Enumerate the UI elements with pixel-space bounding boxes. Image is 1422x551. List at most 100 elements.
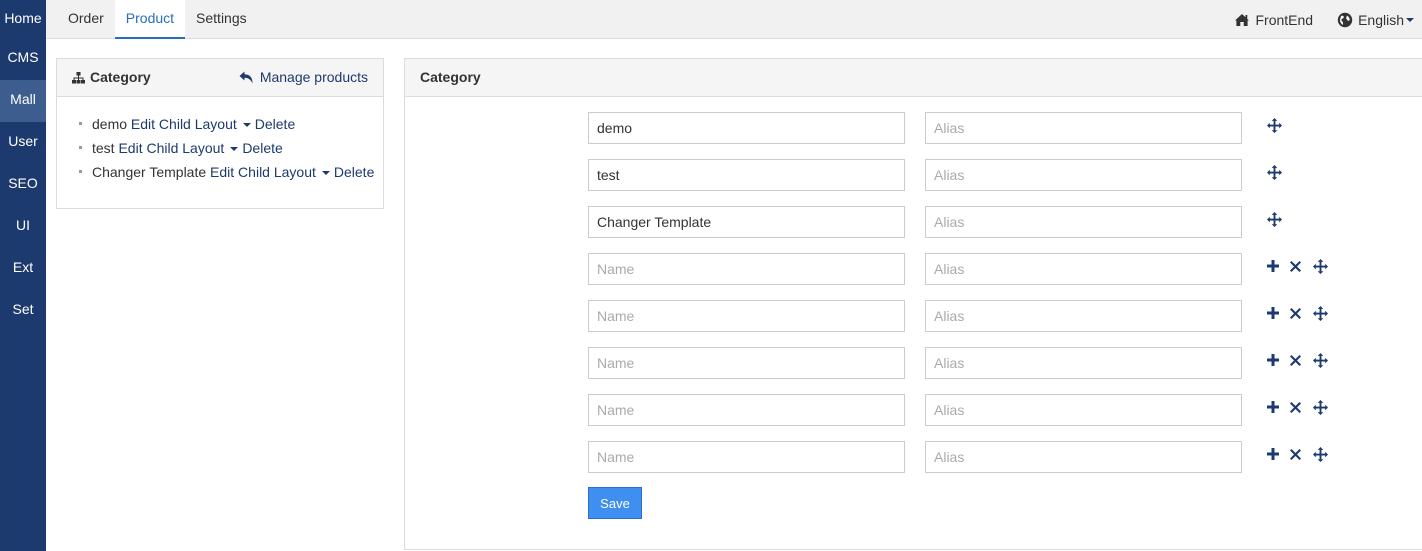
sitemap-icon	[72, 71, 85, 83]
row-actions	[1267, 300, 1336, 326]
category-name: test	[92, 140, 115, 156]
category-name: Changer Template	[92, 164, 207, 180]
category-row	[588, 206, 1348, 238]
save-button[interactable]: Save	[588, 487, 642, 519]
manage-products-link[interactable]: Manage products	[239, 59, 368, 96]
chevron-down-icon	[1406, 17, 1414, 22]
remove-icon[interactable]	[1290, 305, 1313, 321]
move-icon[interactable]	[1313, 352, 1336, 368]
category-alias-input[interactable]	[925, 394, 1242, 426]
delete-category-link[interactable]: Delete	[242, 140, 282, 156]
tab-settings[interactable]: Settings	[185, 0, 258, 39]
plus-icon[interactable]	[1267, 399, 1290, 415]
delete-category-link[interactable]: Delete	[334, 164, 374, 180]
category-alias-input[interactable]	[925, 347, 1242, 379]
category-name-input[interactable]	[588, 300, 905, 332]
move-icon[interactable]	[1267, 117, 1290, 133]
move-icon[interactable]	[1313, 258, 1336, 274]
delete-category-link[interactable]: Delete	[255, 116, 295, 132]
category-row	[588, 441, 1348, 473]
manage-products-label: Manage products	[259, 69, 368, 85]
move-icon[interactable]	[1313, 446, 1336, 462]
sidebar-item-ext[interactable]: Ext	[0, 248, 46, 290]
move-icon[interactable]	[1267, 164, 1290, 180]
category-row	[588, 300, 1348, 332]
globe-icon	[1337, 12, 1353, 27]
category-name-input[interactable]	[588, 394, 905, 426]
category-alias-input[interactable]	[925, 159, 1242, 191]
category-name-input[interactable]	[588, 112, 905, 144]
sidebar-item-user[interactable]: User	[0, 122, 46, 164]
category-name-input[interactable]	[588, 206, 905, 238]
main-sidebar: Home CMS Mall User SEO UI Ext Set	[0, 0, 46, 551]
category-tree-panel: Category Manage products demo Edit Child…	[56, 58, 384, 209]
category-tree-heading: Category Manage products	[57, 59, 383, 97]
category-name-input[interactable]	[588, 441, 905, 473]
category-tree-item: demo Edit Child Layout Delete	[79, 113, 383, 137]
row-actions	[1267, 347, 1336, 373]
language-label: English	[1358, 11, 1404, 28]
category-tree: demo Edit Child Layout Delete test Edit C…	[57, 97, 383, 185]
category-alias-input[interactable]	[925, 253, 1242, 285]
row-actions	[1267, 206, 1290, 232]
row-actions	[1267, 394, 1336, 420]
sidebar-item-mall[interactable]: Mall	[0, 80, 46, 122]
category-name-input[interactable]	[588, 253, 905, 285]
category-name: demo	[92, 116, 128, 132]
row-actions	[1267, 253, 1336, 279]
sidebar-item-home[interactable]: Home	[0, 0, 46, 38]
top-right-links: FrontEnd English	[1210, 0, 1414, 39]
category-form-panel: Category demo Alias test Alias Changer T…	[404, 58, 1422, 550]
chevron-down-icon[interactable]	[230, 147, 239, 152]
row-actions	[1267, 112, 1290, 138]
sidebar-item-ui[interactable]: UI	[0, 206, 46, 248]
category-row	[588, 159, 1348, 191]
plus-icon[interactable]	[1267, 258, 1290, 274]
category-name-input[interactable]	[588, 159, 905, 191]
row-actions	[1267, 441, 1336, 467]
tab-product[interactable]: Product	[114, 0, 186, 39]
category-tree-item: Changer Template Edit Child Layout Delete	[79, 161, 383, 185]
category-tree-item: test Edit Child Layout Delete	[79, 137, 383, 161]
home-icon	[1235, 13, 1250, 26]
category-alias-input[interactable]	[925, 112, 1242, 144]
frontend-label: FrontEnd	[1255, 11, 1314, 28]
edit-child-layout-link[interactable]: Edit Child Layout	[118, 140, 224, 156]
sidebar-item-set[interactable]: Set	[0, 290, 46, 332]
tab-order[interactable]: Order	[46, 0, 115, 39]
reply-icon	[239, 71, 253, 84]
sidebar-item-seo[interactable]: SEO	[0, 164, 46, 206]
language-dropdown[interactable]: English	[1337, 12, 1414, 28]
plus-icon[interactable]	[1267, 305, 1290, 321]
plus-icon[interactable]	[1267, 352, 1290, 368]
top-tabs: Order Product Settings	[46, 0, 258, 39]
category-name-input[interactable]	[588, 347, 905, 379]
category-row	[588, 347, 1348, 379]
category-form-title: Category	[420, 69, 481, 85]
remove-icon[interactable]	[1290, 446, 1313, 462]
edit-child-layout-link[interactable]: Edit Child Layout	[210, 164, 316, 180]
category-tree-title: Category	[90, 69, 151, 85]
remove-icon[interactable]	[1290, 352, 1313, 368]
chevron-down-icon[interactable]	[321, 171, 330, 176]
move-icon[interactable]	[1267, 211, 1290, 227]
category-tree-title-wrap: Category	[72, 59, 151, 96]
frontend-link[interactable]: FrontEnd	[1234, 12, 1313, 28]
move-icon[interactable]	[1313, 305, 1336, 321]
move-icon[interactable]	[1313, 399, 1336, 415]
sidebar-item-cms[interactable]: CMS	[0, 38, 46, 80]
category-alias-input[interactable]	[925, 300, 1242, 332]
category-form-heading: Category	[405, 59, 1422, 97]
chevron-down-icon[interactable]	[242, 123, 251, 128]
category-row	[588, 112, 1348, 144]
remove-icon[interactable]	[1290, 258, 1313, 274]
plus-icon[interactable]	[1267, 446, 1290, 462]
category-row	[588, 394, 1348, 426]
edit-child-layout-link[interactable]: Edit Child Layout	[131, 116, 237, 132]
category-row	[588, 253, 1348, 285]
row-actions	[1267, 159, 1290, 185]
remove-icon[interactable]	[1290, 399, 1313, 415]
category-alias-input[interactable]	[925, 441, 1242, 473]
top-bar: Order Product Settings FrontEnd English	[46, 0, 1422, 39]
category-alias-input[interactable]	[925, 206, 1242, 238]
